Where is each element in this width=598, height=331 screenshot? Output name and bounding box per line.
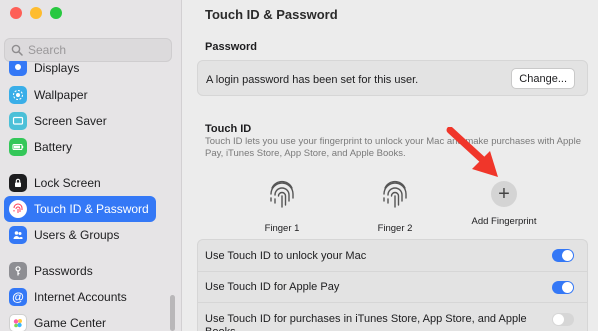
apple-pay-toggle[interactable]	[552, 281, 574, 294]
sidebar-item-game-center[interactable]: Game Center	[4, 310, 156, 331]
wallpaper-icon	[9, 86, 27, 104]
option-purchases: Use Touch ID for purchases in iTunes Sto…	[197, 302, 588, 331]
close-button[interactable]	[10, 7, 22, 19]
users-icon	[9, 226, 27, 244]
sidebar-item-passwords[interactable]: Passwords	[4, 258, 156, 284]
fingerprint-icon	[383, 180, 407, 208]
sidebar-item-label: Displays	[34, 61, 80, 75]
search-icon	[11, 44, 23, 56]
displays-icon	[9, 61, 27, 76]
sidebar-item-users-groups[interactable]: Users & Groups	[4, 222, 156, 248]
game-center-icon	[9, 314, 27, 331]
sidebar-item-wallpaper[interactable]: Wallpaper	[4, 82, 156, 108]
sidebar-item-screen-saver[interactable]: Screen Saver	[4, 108, 156, 134]
zoom-button[interactable]	[50, 7, 62, 19]
sidebar-item-displays[interactable]: Displays	[4, 61, 156, 81]
minimize-button[interactable]	[30, 7, 42, 19]
search-field[interactable]	[4, 38, 172, 62]
fingerprint-icon	[9, 200, 27, 218]
fingerprint-icon	[270, 180, 294, 208]
sidebar-item-label: Touch ID & Password	[34, 202, 149, 216]
sidebar-item-label: Battery	[34, 140, 73, 154]
add-fingerprint-button[interactable]: + Add Fingerprint	[459, 178, 549, 227]
at-icon: @	[9, 288, 27, 306]
lock-screen-icon	[9, 174, 27, 192]
sidebar-item-label: Screen Saver	[34, 114, 107, 128]
sidebar-item-lock-screen[interactable]: Lock Screen	[4, 170, 156, 196]
sidebar-item-label: Game Center	[34, 316, 107, 330]
fingerprint-slot-2[interactable]: Finger 2	[350, 178, 440, 234]
battery-icon	[9, 138, 27, 156]
sidebar-scrollbar[interactable]	[170, 295, 175, 331]
add-fingerprint-label: Add Fingerprint	[471, 216, 537, 227]
sidebar: Displays Wallpaper Screen Saver Battery	[0, 0, 182, 331]
finger-label: Finger 2	[377, 223, 413, 234]
finger-label: Finger 1	[264, 223, 300, 234]
password-heading: Password	[205, 41, 257, 53]
option-unlock-mac: Use Touch ID to unlock your Mac	[197, 240, 588, 271]
sidebar-item-label: Lock Screen	[34, 176, 101, 190]
change-password-button[interactable]: Change...	[511, 68, 575, 89]
password-status-text: A login password has been set for this u…	[206, 74, 419, 86]
page-title: Touch ID & Password	[205, 7, 338, 22]
unlock-mac-toggle[interactable]	[552, 249, 574, 262]
sidebar-item-label: Wallpaper	[34, 88, 88, 102]
password-card: A login password has been set for this u…	[197, 60, 588, 96]
sidebar-item-label: Passwords	[34, 264, 93, 278]
sidebar-item-battery[interactable]: Battery	[4, 134, 156, 160]
fingerprint-slot-1[interactable]: Finger 1	[237, 178, 327, 234]
sidebar-item-touch-id-password[interactable]: Touch ID & Password	[4, 196, 156, 222]
option-label: Use Touch ID to unlock your Mac	[205, 249, 367, 262]
purchases-toggle[interactable]	[552, 313, 574, 326]
option-label: Use Touch ID for Apple Pay	[205, 281, 340, 293]
screen-saver-icon	[9, 112, 27, 130]
annotation-arrow-icon	[446, 127, 498, 177]
plus-icon[interactable]: +	[491, 181, 517, 207]
main-pane: Touch ID & Password Password A login pas…	[183, 0, 598, 331]
touchid-heading: Touch ID	[205, 123, 252, 135]
key-icon	[9, 262, 27, 280]
window-controls	[10, 7, 62, 19]
sidebar-item-label: Internet Accounts	[34, 290, 127, 304]
sidebar-item-internet-accounts[interactable]: @ Internet Accounts	[4, 284, 156, 310]
option-label: Use Touch ID for purchases in iTunes Sto…	[205, 313, 527, 331]
option-apple-pay: Use Touch ID for Apple Pay	[197, 271, 588, 302]
search-input[interactable]	[28, 43, 158, 57]
sidebar-item-label: Users & Groups	[34, 228, 120, 242]
touchid-description: Touch ID lets you use your fingerprint t…	[205, 136, 581, 159]
